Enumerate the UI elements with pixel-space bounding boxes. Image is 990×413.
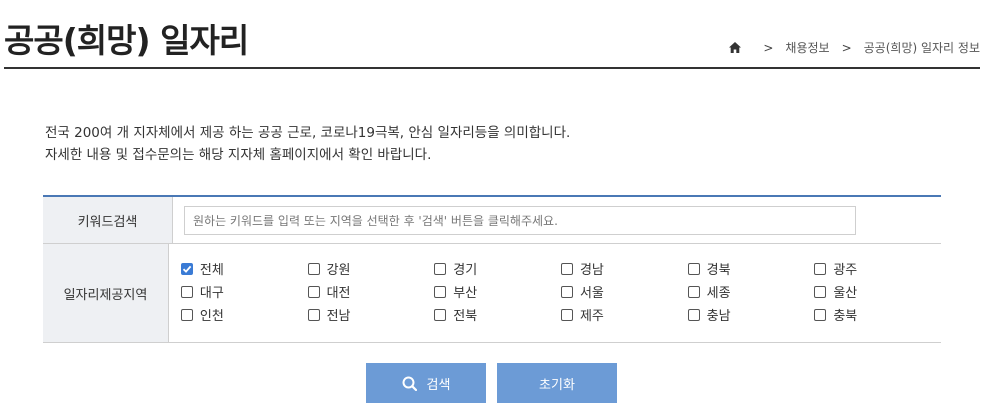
region-option[interactable]: 서울 bbox=[560, 280, 688, 303]
region-checkbox[interactable] bbox=[814, 308, 827, 321]
checkmark-icon bbox=[182, 265, 192, 273]
region-option[interactable]: 충북 bbox=[814, 303, 941, 326]
region-option-label: 충남 bbox=[706, 309, 731, 324]
search-button[interactable]: 검색 bbox=[366, 363, 486, 403]
region-label: 일자리제공지역 bbox=[43, 244, 169, 342]
region-checkbox[interactable] bbox=[180, 285, 193, 298]
region-checkbox[interactable] bbox=[434, 285, 447, 298]
region-checkbox[interactable] bbox=[307, 285, 320, 298]
intro-line: 자세한 내용 및 접수문의는 해당 지자체 홈페이지에서 확인 바랍니다. bbox=[45, 147, 432, 163]
region-option-label: 대전 bbox=[326, 286, 351, 301]
region-checkbox[interactable] bbox=[814, 262, 827, 275]
title-divider bbox=[4, 67, 980, 69]
region-checkbox[interactable] bbox=[307, 262, 320, 275]
region-option[interactable]: 경남 bbox=[560, 257, 688, 280]
region-option[interactable]: 경기 bbox=[434, 257, 561, 280]
search-form: 키워드검색 일자리제공지역 전체 강원 경기 경남 경북 광주대구 대전 부산 서울 세종 울산인천… bbox=[43, 195, 941, 343]
region-option-label: 울산 bbox=[833, 286, 858, 301]
region-option[interactable]: 전남 bbox=[307, 303, 435, 326]
region-row: 일자리제공지역 전체 강원 경기 경남 경북 광주대구 대전 부산 서울 세종 울산인천 전남 전북 제주… bbox=[43, 244, 941, 343]
region-option[interactable]: 광주 bbox=[814, 257, 941, 280]
region-option-label: 충북 bbox=[833, 309, 858, 324]
region-checkbox[interactable] bbox=[814, 285, 827, 298]
region-checkbox[interactable] bbox=[180, 262, 193, 275]
region-option-label: 경기 bbox=[453, 263, 478, 278]
region-option-label: 부산 bbox=[453, 286, 478, 301]
region-option[interactable]: 대구 bbox=[180, 280, 308, 303]
breadcrumb-item-current: 공공(희망) 일자리 정보 bbox=[863, 41, 980, 55]
search-button-label: 검색 bbox=[426, 376, 451, 392]
breadcrumb-separator: > bbox=[763, 40, 774, 55]
region-checkbox[interactable] bbox=[687, 308, 700, 321]
region-option-label: 세종 bbox=[706, 286, 731, 301]
region-option[interactable]: 제주 bbox=[560, 303, 688, 326]
region-option[interactable]: 대전 bbox=[307, 280, 435, 303]
region-option-label: 제주 bbox=[579, 309, 604, 324]
region-option[interactable]: 경북 bbox=[687, 257, 815, 280]
region-checkbox[interactable] bbox=[434, 308, 447, 321]
region-checkbox-group: 전체 강원 경기 경남 경북 광주대구 대전 부산 서울 세종 울산인천 전남 전북 제주 충남 충북 bbox=[169, 244, 941, 326]
region-option[interactable]: 세종 bbox=[687, 280, 815, 303]
region-option-label: 대구 bbox=[199, 286, 224, 301]
region-option-label: 인천 bbox=[199, 309, 224, 324]
reset-button[interactable]: 초기화 bbox=[497, 363, 617, 403]
region-option-label: 전북 bbox=[453, 309, 478, 324]
region-option-label: 서울 bbox=[579, 286, 604, 301]
region-option[interactable]: 전북 bbox=[434, 303, 561, 326]
region-checkbox[interactable] bbox=[560, 308, 573, 321]
region-option-label: 경남 bbox=[579, 263, 604, 278]
region-checkbox[interactable] bbox=[687, 285, 700, 298]
breadcrumb-item-jobs[interactable]: 채용정보 bbox=[785, 39, 829, 56]
region-option[interactable]: 강원 bbox=[307, 257, 435, 280]
intro-text: 전국 200여 개 지자체에서 제공 하는 공공 근로, 코로나19극복, 안심… bbox=[45, 122, 570, 166]
keyword-input[interactable] bbox=[184, 206, 856, 235]
region-option[interactable]: 충남 bbox=[687, 303, 815, 326]
page-title: 공공(희망) 일자리 bbox=[4, 21, 249, 60]
region-checkbox[interactable] bbox=[560, 262, 573, 275]
region-checkbox[interactable] bbox=[180, 308, 193, 321]
region-option-label: 전남 bbox=[326, 309, 351, 324]
keyword-label: 키워드검색 bbox=[43, 197, 173, 243]
region-option-label: 광주 bbox=[833, 263, 858, 278]
intro-line: 전국 200여 개 지자체에서 제공 하는 공공 근로, 코로나19극복, 안심… bbox=[45, 125, 571, 141]
home-icon[interactable] bbox=[729, 42, 742, 53]
reset-button-label: 초기화 bbox=[539, 376, 575, 392]
region-checkbox[interactable] bbox=[687, 262, 700, 275]
breadcrumb: > 채용정보 > 공공(희망) 일자리 정보 bbox=[729, 39, 980, 56]
region-option[interactable]: 부산 bbox=[434, 280, 561, 303]
region-option-label: 강원 bbox=[326, 263, 351, 278]
region-option[interactable]: 전체 bbox=[180, 257, 308, 280]
magnifier-icon bbox=[402, 376, 417, 391]
keyword-row: 키워드검색 bbox=[43, 197, 941, 244]
region-option-label: 전체 bbox=[199, 263, 224, 278]
region-checkbox[interactable] bbox=[434, 262, 447, 275]
region-option-label: 경북 bbox=[706, 263, 731, 278]
region-option[interactable]: 울산 bbox=[814, 280, 941, 303]
region-checkbox[interactable] bbox=[560, 285, 573, 298]
region-checkbox[interactable] bbox=[307, 308, 320, 321]
region-option[interactable]: 인천 bbox=[180, 303, 308, 326]
breadcrumb-separator: > bbox=[841, 40, 852, 55]
